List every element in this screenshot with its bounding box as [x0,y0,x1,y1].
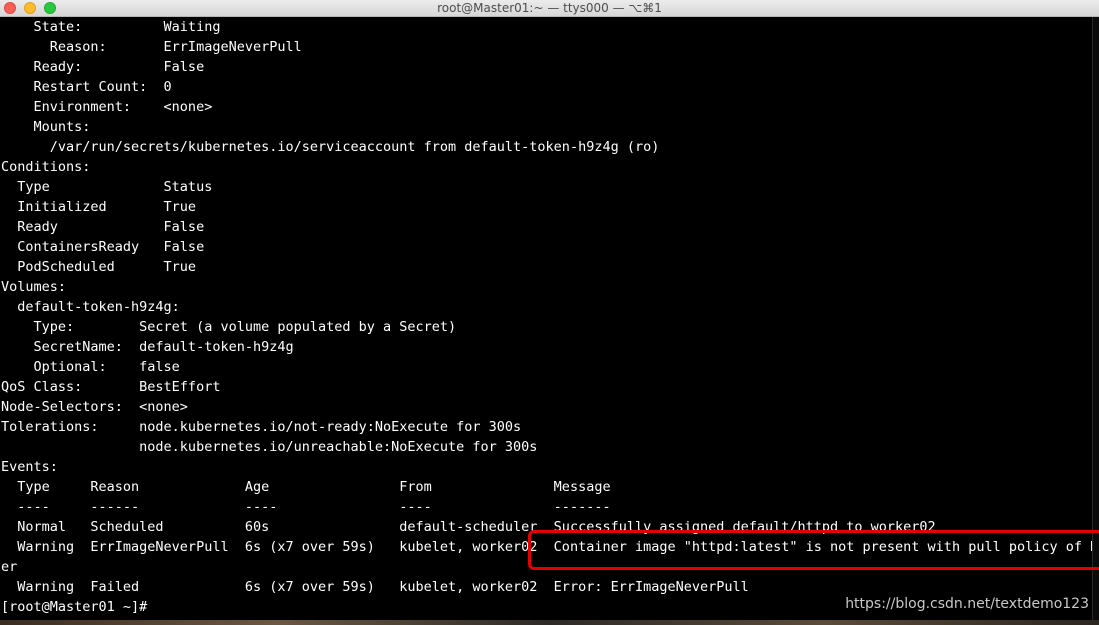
terminal-line: /var/run/secrets/kubernetes.io/serviceac… [1,139,660,155]
terminal-line: ContainersReady False [1,239,205,255]
terminal-line: Optional: false [1,359,180,375]
window-titlebar[interactable]: root@Master01:~ — ttys000 — ⌥⌘1 [0,0,1099,17]
terminal-line: Environment: <none> [1,99,213,115]
terminal-scrollbar[interactable] [1092,17,1099,625]
terminal-line: Ready False [1,219,205,235]
terminal-line: Type Status [1,179,213,195]
terminal-line: Events: [1,459,58,475]
terminal-line: ---- ------ ---- ---- ------- [1,499,611,515]
terminal-line: SecretName: default-token-h9z4g [1,339,294,355]
terminal-line: Reason: ErrImageNeverPull [1,39,302,55]
terminal-line: Warning Failed 6s (x7 over 59s) kubelet,… [1,579,749,595]
terminal-line: Normal Scheduled 60s default-scheduler S… [1,519,936,535]
terminal-line: Type Reason Age From Message [1,479,611,495]
terminal-line: PodScheduled True [1,259,197,275]
window-title: root@Master01:~ — ttys000 — ⌥⌘1 [437,1,662,15]
shell-prompt[interactable]: [root@Master01 ~]# [1,597,155,617]
terminal-line: Volumes: [1,279,67,295]
watermark: https://blog.csdn.net/textdemo123 [845,596,1089,612]
desktop-background-strip [0,620,1099,625]
terminal-line: Mounts: [1,119,91,135]
terminal-line: Conditions: [1,159,91,175]
terminal-line: Tolerations: node.kubernetes.io/not-read… [1,419,522,435]
terminal-line: default-token-h9z4g: [1,299,180,315]
terminal-line: Node-Selectors: <none> [1,399,188,415]
terminal-line: Ready: False [1,59,205,75]
terminal-line: Warning ErrImageNeverPull 6s (x7 over 59… [1,539,1092,555]
terminal-line: QoS Class: BestEffort [1,379,221,395]
terminal-line: Restart Count: 0 [1,79,172,95]
terminal-line: State: Waiting [1,19,221,35]
terminal-line: er [1,559,18,575]
terminal-line: Initialized True [1,199,197,215]
terminal-line: node.kubernetes.io/unreachable:NoExecute… [1,439,538,455]
terminal-output[interactable]: State: Waiting Reason: ErrImageNeverPull… [0,17,1092,625]
terminal-line: Type: Secret (a volume populated by a Se… [1,319,457,335]
